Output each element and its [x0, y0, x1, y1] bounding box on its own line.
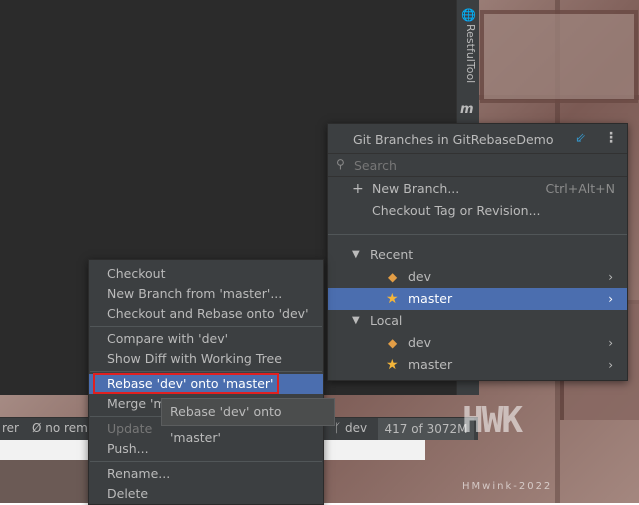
branch-name: dev: [408, 269, 432, 284]
branch-name: dev: [408, 335, 432, 350]
menu-item-checkout-and-rebase[interactable]: Checkout and Rebase onto 'dev': [89, 304, 323, 324]
chevron-right-icon: ›: [608, 336, 613, 350]
chevron-right-icon: ›: [608, 270, 613, 284]
divider: [90, 326, 322, 327]
branch-item-local-dev[interactable]: ◆ dev ›: [328, 332, 627, 354]
divider: [90, 461, 322, 462]
tooltip: Rebase 'dev' onto 'master': [161, 398, 335, 445]
tag-icon: ◆: [388, 270, 398, 284]
red-highlight-box: [93, 373, 279, 394]
new-branch-action[interactable]: + New Branch... Ctrl+Alt+N: [328, 178, 627, 200]
maven-icon[interactable]: m: [460, 102, 474, 117]
status-left-text: rer: [2, 421, 19, 435]
divider: [90, 371, 322, 372]
tooltip-text: Rebase 'dev' onto 'master': [170, 404, 282, 445]
menu-item-rename[interactable]: Rename...: [89, 464, 323, 484]
wallpaper-block: [480, 10, 638, 103]
branch-name: master: [408, 291, 453, 306]
divider: [328, 234, 627, 235]
branch-item-recent-master[interactable]: ★ master ›: [328, 288, 627, 310]
group-recent-label: Recent: [370, 247, 414, 262]
restfultool-tab[interactable]: RestfulTool: [459, 24, 477, 94]
checkout-tag-action[interactable]: Checkout Tag or Revision...: [328, 200, 627, 222]
checkout-tag-label: Checkout Tag or Revision...: [372, 203, 541, 218]
group-local-label: Local: [370, 313, 403, 328]
menu-item-checkout[interactable]: Checkout: [89, 264, 323, 284]
compare-arrow-icon[interactable]: ⇙: [575, 131, 586, 146]
watermark-signature: HMwink-2022: [462, 481, 553, 492]
branch-icon: ᚴ: [334, 421, 342, 435]
lower-background: [0, 460, 95, 503]
branch-item-recent-dev[interactable]: ◆ dev ›: [328, 266, 627, 288]
more-options-icon[interactable]: ⋮: [604, 130, 618, 146]
globe-icon[interactable]: 🌐: [461, 8, 476, 22]
watermark: HWK: [460, 400, 610, 480]
menu-item-new-branch-from[interactable]: New Branch from 'master'...: [89, 284, 323, 304]
tag-icon: ◆: [388, 336, 398, 350]
popup-title: Git Branches in GitRebaseDemo: [353, 132, 554, 147]
status-branch-label: dev: [345, 421, 368, 435]
new-branch-label: New Branch...: [372, 181, 460, 196]
git-branches-popup: Git Branches in GitRebaseDemo ⇙ ⋮ ⚲ + Ne…: [327, 123, 628, 381]
branch-search-field[interactable]: ⚲: [328, 153, 627, 177]
menu-item-compare-with[interactable]: Compare with 'dev': [89, 329, 323, 349]
menu-item-show-diff[interactable]: Show Diff with Working Tree: [89, 349, 323, 369]
group-recent[interactable]: ▼ Recent: [328, 244, 627, 266]
status-branch-widget[interactable]: ᚴ dev: [334, 421, 367, 435]
search-icon: ⚲: [336, 157, 345, 171]
star-icon: ★: [386, 291, 399, 307]
group-local[interactable]: ▼ Local: [328, 310, 627, 332]
watermark-logo: HWK: [462, 400, 523, 441]
branch-item-local-master[interactable]: ★ master ›: [328, 354, 627, 376]
chevron-right-icon: ›: [608, 292, 613, 306]
chevron-down-icon: ▼: [352, 315, 360, 326]
branch-name: master: [408, 357, 453, 372]
plus-icon: +: [352, 181, 364, 197]
menu-item-delete[interactable]: Delete: [89, 484, 323, 504]
chevron-right-icon: ›: [608, 358, 613, 372]
status-remote-text[interactable]: Ø no rem: [32, 421, 88, 435]
branch-search-input[interactable]: [352, 156, 616, 174]
star-icon: ★: [386, 357, 399, 373]
chevron-down-icon: ▼: [352, 249, 360, 260]
new-branch-shortcut: Ctrl+Alt+N: [545, 181, 615, 196]
